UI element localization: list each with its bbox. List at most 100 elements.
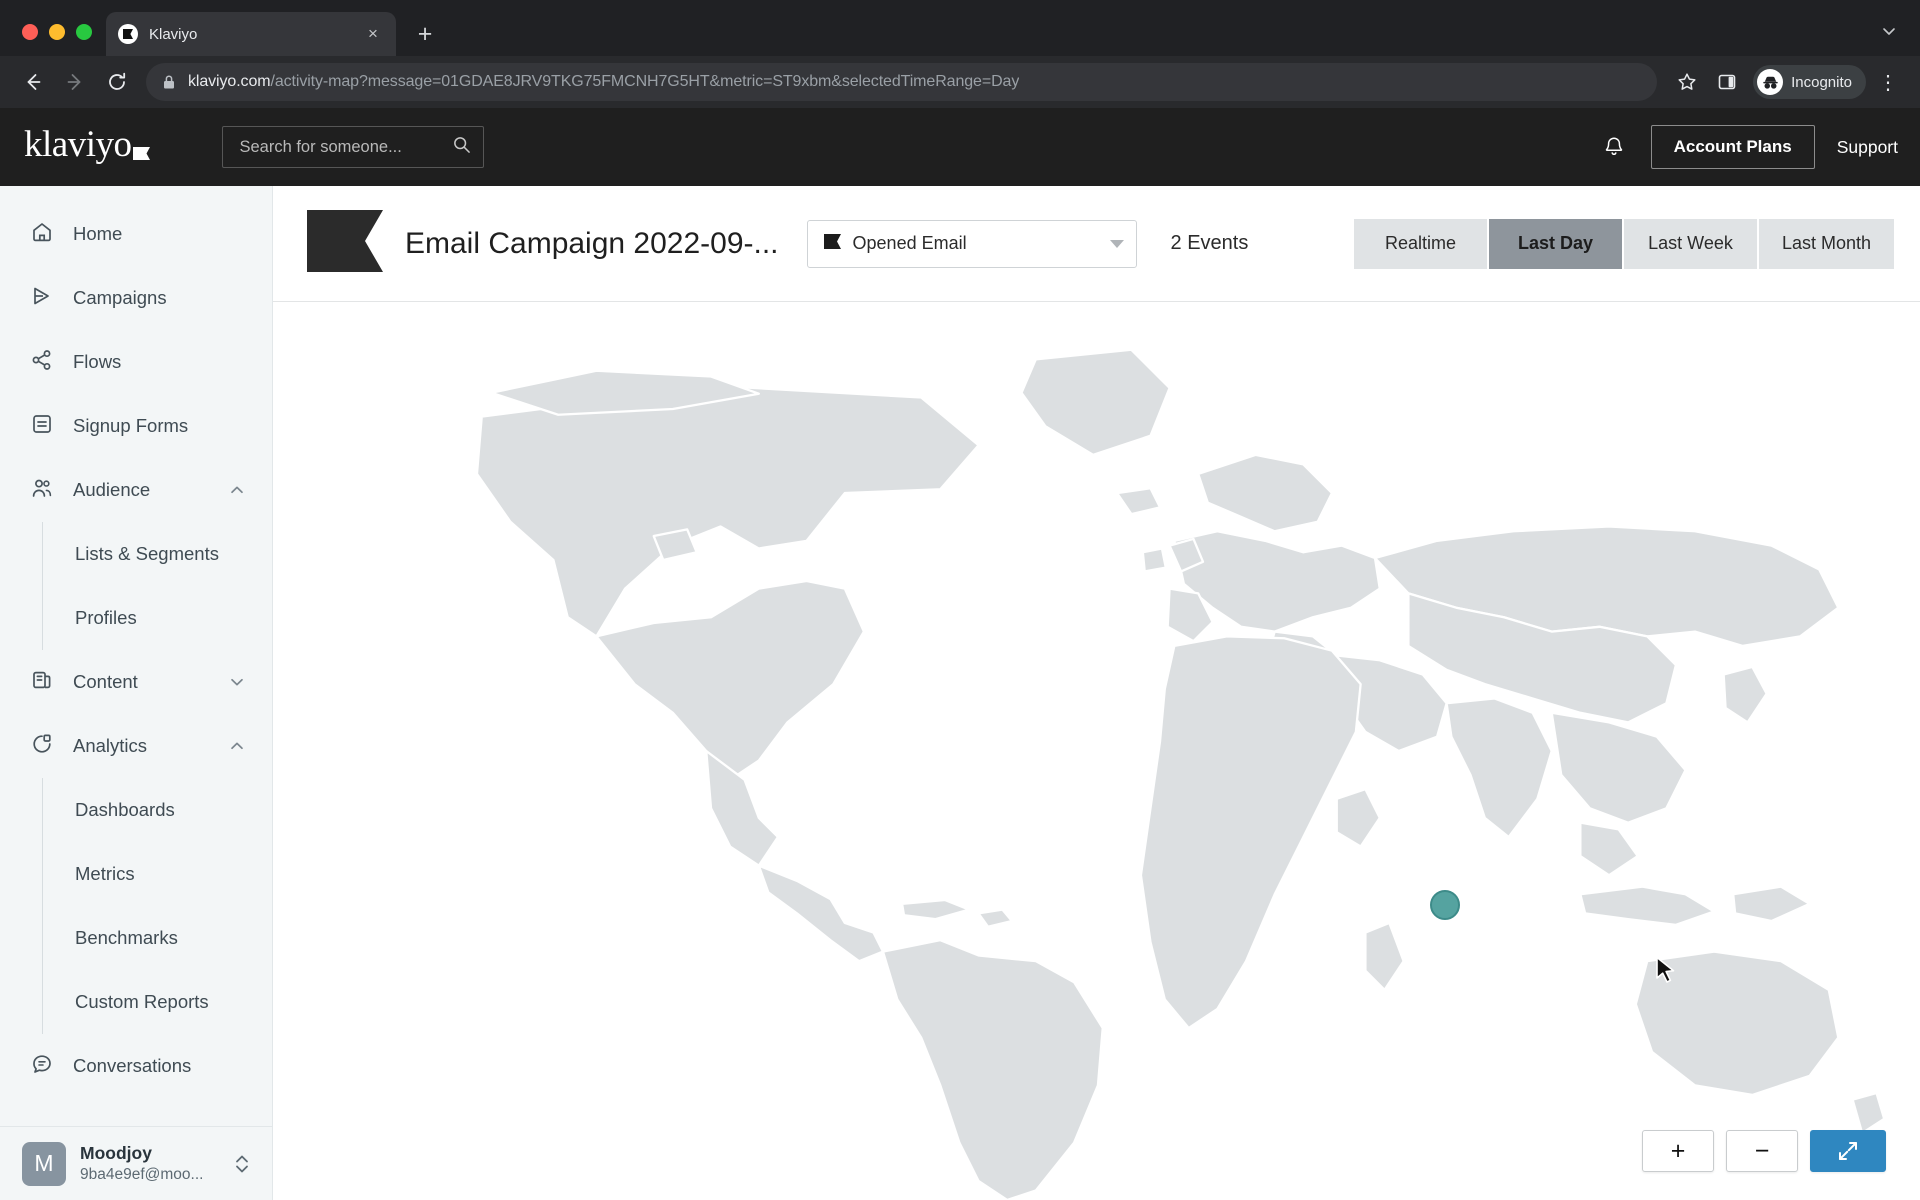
forward-button[interactable] (56, 63, 94, 101)
chevron-up-down-icon[interactable] (232, 1151, 252, 1177)
new-tab-button[interactable]: + (408, 17, 442, 51)
search-icon (452, 135, 471, 159)
sidebar-item-audience[interactable]: Audience (0, 458, 272, 522)
tab-realtime[interactable]: Realtime (1354, 218, 1489, 269)
signup-forms-icon (30, 412, 54, 441)
close-window-button[interactable] (22, 24, 38, 40)
sidebar-item-label: Audience (73, 479, 151, 500)
page-title: Email Campaign 2022-09-... (405, 226, 779, 260)
sidebar-item-profiles[interactable]: Profiles (30, 586, 272, 650)
tab-last-week[interactable]: Last Week (1624, 218, 1759, 269)
url-path: /activity-map?message=01GDAE8JRV9TKG75FM… (270, 73, 1020, 90)
browser-toolbar: klaviyo.com/activity-map?message=01GDAE8… (0, 56, 1920, 108)
conversations-icon (30, 1052, 54, 1081)
sidebar-item-dashboards[interactable]: Dashboards (30, 778, 272, 842)
sidebar-item-label: Campaigns (73, 287, 167, 308)
account-text: Moodjoy 9ba4e9ef@moo... (80, 1143, 218, 1184)
account-email: 9ba4e9ef@moo... (80, 1165, 204, 1183)
logo-flag-icon (133, 129, 151, 172)
sidebar-item-label: Home (73, 223, 123, 244)
incognito-icon (1757, 69, 1784, 95)
chevron-up-icon[interactable] (228, 737, 246, 755)
search-input-wrapper[interactable] (222, 126, 485, 168)
zoom-in-button[interactable]: + (1642, 1130, 1714, 1172)
sidebar-item-flows[interactable]: Flows (0, 330, 272, 394)
sidebar-item-benchmarks[interactable]: Benchmarks (30, 906, 272, 970)
tab-last-month[interactable]: Last Month (1759, 218, 1894, 269)
avatar: M (22, 1141, 66, 1186)
profile-label: Incognito (1791, 73, 1852, 91)
sidebar-item-home[interactable]: Home (0, 202, 272, 266)
sidebar-item-analytics[interactable]: Analytics (0, 714, 272, 778)
sidebar-item-campaigns[interactable]: Campaigns (0, 266, 272, 330)
account-plans-button[interactable]: Account Plans (1650, 125, 1815, 169)
map-controls: + − (1642, 1130, 1886, 1172)
event-marker[interactable] (1430, 890, 1460, 920)
analytics-subnav: Dashboards Metrics Benchmarks Custom Rep… (0, 778, 272, 1034)
metric-select[interactable]: Opened Email (806, 219, 1137, 268)
address-bar-url: klaviyo.com/activity-map?message=01GDAE8… (188, 73, 1019, 91)
page-header: Email Campaign 2022-09-... Opened Email … (273, 186, 1920, 302)
back-button[interactable] (14, 63, 52, 101)
events-count: 2 Events (1170, 232, 1249, 254)
sidebar-item-label: Signup Forms (73, 415, 189, 436)
audience-subnav: Lists & Segments Profiles (0, 522, 272, 650)
bookmark-star-icon[interactable] (1669, 64, 1705, 100)
tab-last-day[interactable]: Last Day (1489, 218, 1624, 269)
browser-window: Klaviyo × + klaviyo.com/activity-map?mes… (0, 0, 1920, 1200)
chevron-up-icon[interactable] (228, 481, 246, 499)
fullscreen-button[interactable] (1810, 1130, 1886, 1172)
campaigns-icon (30, 284, 54, 313)
side-panel-icon[interactable] (1709, 64, 1745, 100)
chevron-down-icon[interactable] (228, 673, 246, 691)
zoom-out-button[interactable]: − (1726, 1130, 1798, 1172)
notifications-bell-icon[interactable] (1599, 132, 1629, 162)
url-domain: klaviyo.com (188, 73, 271, 90)
address-bar[interactable]: klaviyo.com/activity-map?message=01GDAE8… (146, 63, 1658, 101)
minimize-window-button[interactable] (49, 24, 65, 40)
flag-icon (823, 233, 841, 254)
activity-map[interactable]: + − (273, 302, 1920, 1200)
reload-button[interactable] (98, 63, 136, 101)
sidebar-item-signup-forms[interactable]: Signup Forms (0, 394, 272, 458)
sidebar-item-metrics[interactable]: Metrics (30, 842, 272, 906)
tab-title: Klaviyo (149, 25, 198, 43)
browser-menu-button[interactable]: ⋮ (1870, 64, 1906, 100)
sidebar-item-label: Conversations (73, 1055, 192, 1076)
chevron-down-icon[interactable] (1109, 239, 1124, 248)
profile-incognito-pill[interactable]: Incognito (1753, 65, 1866, 99)
support-link[interactable]: Support (1837, 137, 1898, 158)
app-top-bar-right: Account Plans Support (1599, 125, 1898, 169)
flows-icon (30, 348, 54, 377)
klaviyo-flag-icon (118, 24, 138, 44)
sidebar-item-conversations[interactable]: Conversations (0, 1034, 272, 1098)
sidebar-item-label: Content (73, 671, 138, 692)
sidebar-item-lists-and-segments[interactable]: Lists & Segments (30, 522, 272, 586)
tab-search-chevron-icon[interactable] (1874, 16, 1904, 46)
close-tab-button[interactable]: × (362, 23, 384, 45)
window-traffic-lights (14, 24, 106, 56)
metric-select-value: Opened Email (852, 233, 967, 253)
mouse-cursor (1655, 956, 1679, 993)
audience-icon (30, 476, 54, 505)
sidebar-item-content[interactable]: Content (0, 650, 272, 714)
home-icon (30, 220, 54, 249)
sidebar: Home Campaigns Flows Signup Forms Audien… (0, 186, 273, 1200)
sidebar-item-label: Analytics (73, 735, 148, 756)
sidebar-nav: Home Campaigns Flows Signup Forms Audien… (0, 186, 272, 1126)
search-input[interactable] (239, 137, 445, 157)
maximize-window-button[interactable] (76, 24, 92, 40)
klaviyo-app: klaviyo Account Plans Support (0, 108, 1920, 1200)
main-content: Email Campaign 2022-09-... Opened Email … (273, 186, 1920, 1200)
time-range-tabs: Realtime Last Day Last Week Last Month (1354, 218, 1894, 269)
sidebar-item-label: Flows (73, 351, 122, 372)
klaviyo-logo[interactable]: klaviyo (24, 123, 151, 172)
account-switcher[interactable]: M Moodjoy 9ba4e9ef@moo... (0, 1126, 272, 1200)
account-name: Moodjoy (80, 1142, 152, 1163)
logo-wordmark: klaviyo (24, 123, 132, 165)
analytics-icon (30, 732, 54, 761)
browser-tab[interactable]: Klaviyo × (106, 12, 396, 56)
lock-icon (162, 74, 176, 90)
app-top-bar: klaviyo Account Plans Support (0, 108, 1920, 186)
sidebar-item-custom-reports[interactable]: Custom Reports (30, 970, 272, 1034)
